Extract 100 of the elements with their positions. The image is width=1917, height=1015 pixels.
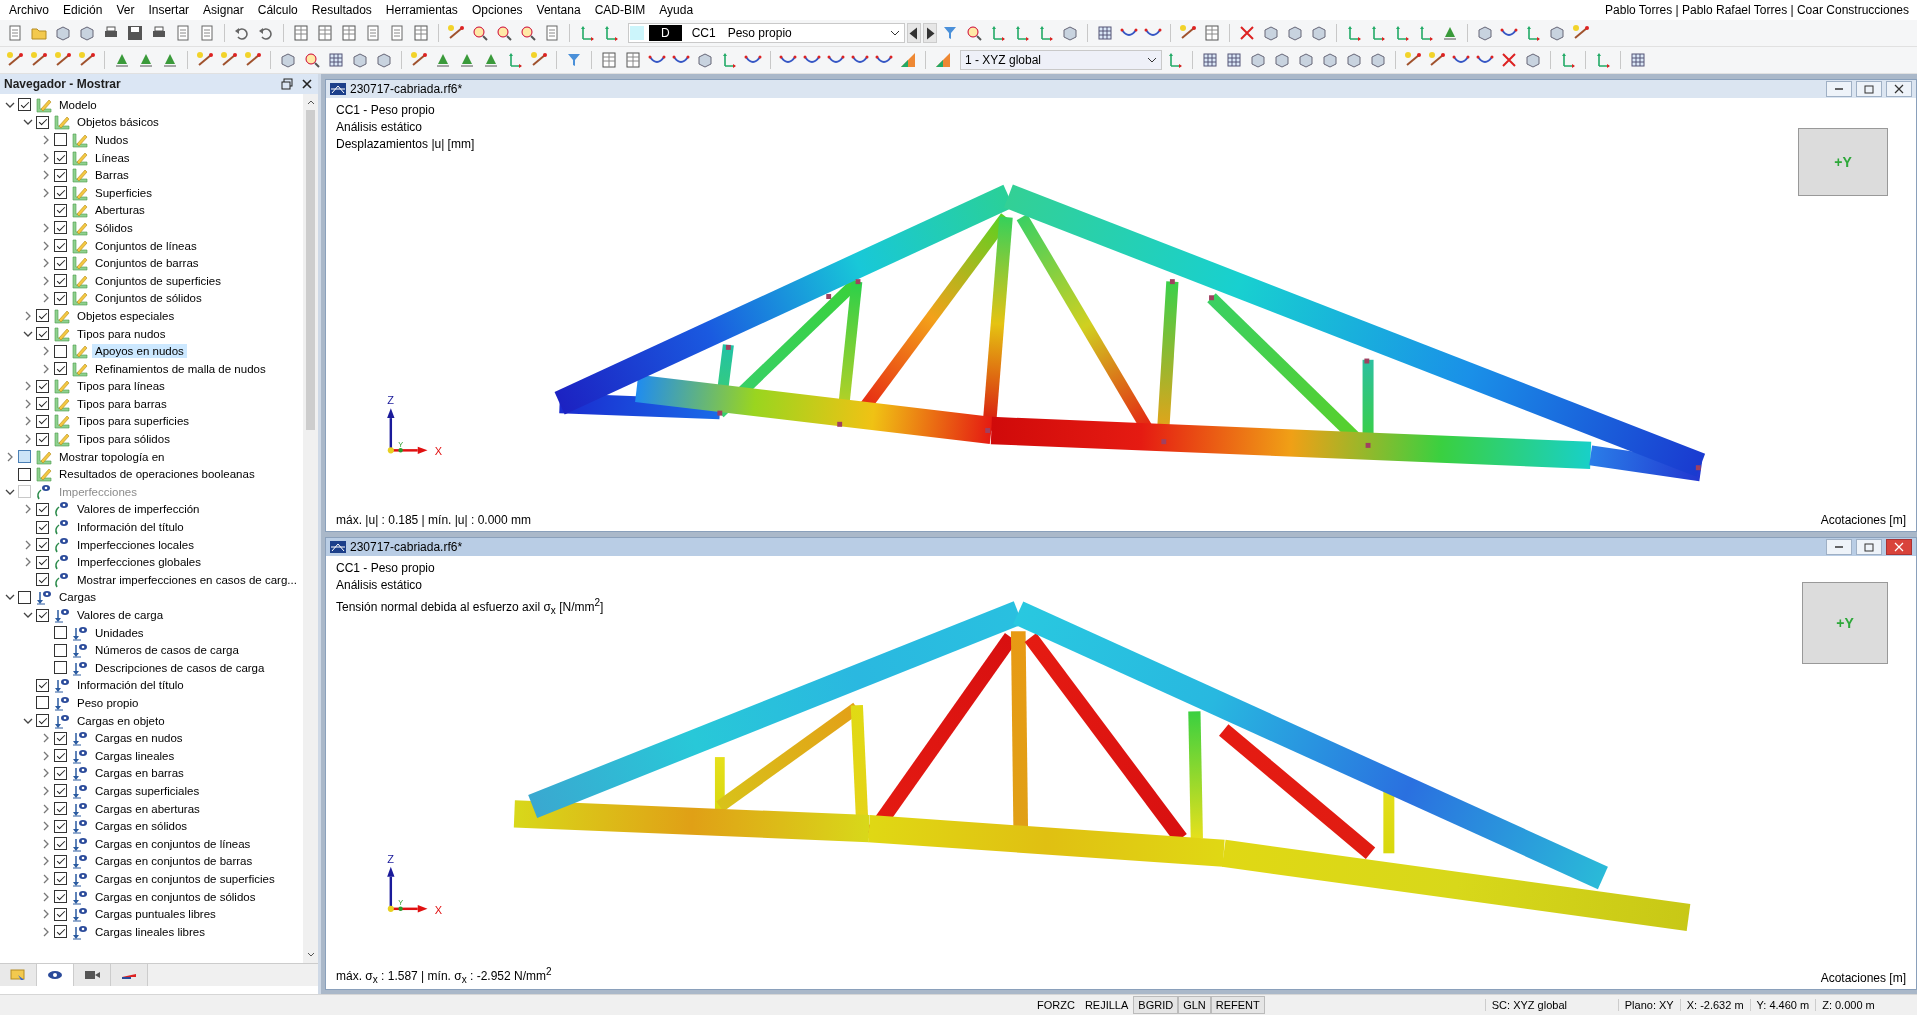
grid-icon[interactable]	[1629, 51, 1647, 69]
tree-item[interactable]: Tipos para barras	[74, 396, 170, 411]
cube-icon[interactable]	[1060, 24, 1079, 42]
tree-item[interactable]: Resultados de operaciones booleanas	[56, 467, 258, 482]
cube-icon[interactable]	[1273, 51, 1291, 69]
checkbox[interactable]	[54, 890, 67, 903]
eye-tab[interactable]	[37, 964, 74, 986]
checkbox[interactable]	[54, 133, 67, 147]
checkbox[interactable]	[54, 907, 67, 921]
tree-item[interactable]: Líneas	[92, 150, 133, 165]
checkbox[interactable]	[54, 168, 67, 182]
tree-item[interactable]: Cargas en conjuntos de superficies	[92, 871, 278, 886]
checkbox[interactable]	[36, 327, 49, 340]
menu-item[interactable]: Opciones	[464, 1, 530, 19]
tree-item[interactable]: Conjuntos de barras	[92, 256, 202, 271]
cube-icon[interactable]	[78, 24, 96, 42]
checkbox[interactable]	[54, 661, 67, 675]
tree-item[interactable]: Superficies	[92, 185, 155, 200]
checkbox[interactable]	[54, 872, 67, 886]
checkbox[interactable]	[54, 925, 67, 939]
cross-icon[interactable]	[1237, 24, 1256, 42]
menu-item[interactable]: Ver	[109, 1, 142, 19]
checkbox[interactable]	[36, 608, 49, 622]
checkbox[interactable]	[54, 802, 67, 816]
tree-item[interactable]: Aberturas	[92, 203, 148, 218]
magnifier-icon[interactable]	[964, 24, 983, 42]
checkbox[interactable]	[54, 203, 67, 217]
cube-icon[interactable]	[54, 24, 72, 42]
tree-item[interactable]: Objetos básicos	[74, 115, 162, 130]
scrollbar-thumb[interactable]	[306, 110, 315, 430]
table-icon[interactable]	[316, 24, 334, 42]
magnifier-icon[interactable]	[303, 51, 321, 69]
menu-item[interactable]: Resultados	[304, 1, 379, 19]
checkbox[interactable]	[54, 643, 67, 657]
maximize-button[interactable]	[1856, 539, 1882, 555]
cube-icon[interactable]	[696, 51, 714, 69]
camera-tab[interactable]	[74, 964, 111, 986]
checkbox[interactable]	[36, 115, 49, 129]
tree-item[interactable]: Barras	[92, 168, 132, 183]
previous-button[interactable]	[906, 23, 921, 43]
tree-item[interactable]: Nudos	[92, 133, 132, 147]
menu-item[interactable]: Edición	[56, 1, 110, 19]
checkbox[interactable]	[54, 784, 67, 798]
color-scale-icon[interactable]	[899, 51, 917, 69]
cube-icon[interactable]	[1369, 51, 1387, 69]
node-icon[interactable]	[244, 51, 262, 69]
table-icon[interactable]	[412, 24, 430, 42]
close-icon[interactable]	[300, 77, 314, 91]
checkbox[interactable]	[36, 309, 49, 323]
cube-icon[interactable]	[1309, 24, 1328, 42]
tree-item[interactable]: Refinamientos de malla de nudos	[92, 361, 269, 376]
tree-item[interactable]: Cargas superficiales	[92, 783, 203, 798]
table-icon[interactable]	[1202, 24, 1221, 42]
checkbox[interactable]	[54, 256, 67, 270]
status-toggle[interactable]: REJILLA	[1079, 996, 1134, 1014]
checkbox[interactable]	[54, 766, 67, 780]
checkbox[interactable]	[36, 415, 49, 428]
checkbox[interactable]	[36, 714, 49, 728]
tree-item[interactable]: Cargas en conjuntos de barras	[92, 854, 256, 869]
menu-item[interactable]: Ayuda	[652, 1, 701, 19]
checkbox[interactable]	[36, 397, 49, 411]
tree-item[interactable]: Descripciones de casos de carga	[92, 660, 268, 675]
tree-item[interactable]: Mostrar topología en	[56, 449, 168, 464]
grid-icon[interactable]	[327, 51, 345, 69]
axis-icon[interactable]	[506, 51, 524, 69]
checkbox[interactable]	[54, 854, 67, 868]
tree-item[interactable]: Cargas en nudos	[92, 731, 186, 746]
cross-icon[interactable]	[1500, 51, 1518, 69]
tree-item[interactable]: Conjuntos de líneas	[92, 238, 200, 253]
menu-item[interactable]: Herramientas	[378, 1, 465, 19]
checkbox[interactable]	[54, 819, 67, 833]
scrollbar[interactable]	[303, 94, 318, 963]
tree-item[interactable]: Apoyos en nudos	[92, 344, 187, 359]
tree-item[interactable]: Cargas en aberturas	[92, 801, 203, 816]
load-case-combo[interactable]: D CC1 Peso propio	[628, 23, 905, 43]
checkbox[interactable]	[54, 239, 67, 253]
magnifier-icon[interactable]	[471, 24, 489, 42]
tree-item[interactable]: Cargas en conjuntos de sólidos	[92, 889, 259, 904]
tree-item[interactable]: Cargas en objeto	[74, 713, 168, 728]
tree-item[interactable]: Modelo	[56, 97, 100, 112]
axis-icon[interactable]	[1166, 51, 1184, 69]
tree-item[interactable]: Cargas en barras	[92, 766, 187, 781]
cube-icon[interactable]	[1249, 51, 1267, 69]
node-icon[interactable]	[6, 51, 24, 69]
table-icon[interactable]	[600, 51, 618, 69]
cube-icon[interactable]	[1261, 24, 1280, 42]
node-icon[interactable]	[530, 51, 548, 69]
table-icon[interactable]	[292, 24, 310, 42]
axis-icon[interactable]	[720, 51, 738, 69]
magnifier-icon[interactable]	[519, 24, 537, 42]
tree-item[interactable]: Cargas en conjuntos de líneas	[92, 836, 254, 851]
checkbox[interactable]	[54, 731, 67, 745]
node-icon[interactable]	[54, 51, 72, 69]
cube-icon[interactable]	[1345, 51, 1363, 69]
node-icon[interactable]	[1404, 51, 1422, 69]
checkbox[interactable]	[54, 186, 67, 200]
checkbox[interactable]	[36, 379, 49, 393]
cube-icon[interactable]	[1524, 51, 1542, 69]
checkbox[interactable]	[54, 749, 67, 763]
checkbox[interactable]	[54, 291, 67, 305]
